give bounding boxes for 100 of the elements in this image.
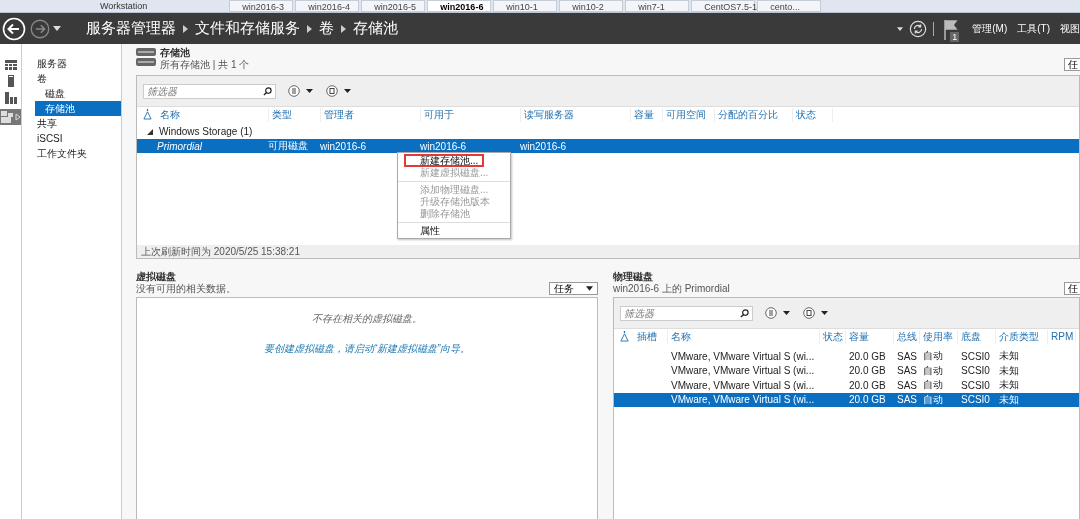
table-cell-text: SCSI0 [960,350,991,362]
section-title: 虚拟磁盘 [136,271,177,283]
section-title: 存储池 [160,47,191,59]
chevron-icon [341,24,346,33]
caret-icon[interactable] [53,26,61,31]
table-row[interactable]: VMware, VMware Virtual S (wi... 20.0 GB SAS 自动 SCSI0 未知 [614,378,1079,393]
table-row[interactable]: VMware, VMware Virtual S (wi... 20.0 GB SAS 自动 SCSI0 未知 [614,349,1079,364]
breadcrumb-item[interactable]: 存储池 [353,19,398,38]
column-header[interactable]: 类型 [269,107,321,122]
sidebar-item[interactable]: 存储池 [35,101,121,116]
list-options-icon[interactable] [288,85,314,97]
menu-item[interactable]: 属性 [398,225,510,237]
table-cell-text: 自动 [922,349,944,364]
section-title: 物理磁盘 [613,271,654,283]
collapse-icon[interactable] [147,128,153,135]
tasks-button[interactable]: 任务 [549,282,598,295]
table-row[interactable]: VMware, VMware Virtual S (wi... 20.0 GB SAS 自动 SCSI0 未知 [614,392,1079,407]
column-header[interactable]: 可用于 [421,107,521,122]
column-header[interactable]: 读写服务器 [521,107,631,122]
column-header[interactable]: 名称 [668,329,820,344]
column-header[interactable]: 管理者 [321,107,421,122]
menu-item[interactable]: 工具(T) [1017,21,1050,36]
vm-tab[interactable]: CentOS7.5-1 [691,0,756,12]
search-icon[interactable] [740,308,749,318]
column-header[interactable]: 状态 [793,107,833,122]
column-header[interactable]: 可用空间 [663,107,715,122]
column-header[interactable]: 插槽 [634,329,668,344]
vm-tab[interactable]: win2016-3 [229,0,294,12]
dashboard-icon[interactable] [4,60,17,70]
refresh-status: 上次刷新时间为 2020/5/25 15:38:21 [137,245,1079,258]
breadcrumb-item[interactable]: 卷 [319,19,334,38]
column-header[interactable]: 介质类型 [996,329,1048,344]
vm-tab[interactable]: win7-1 [625,0,690,12]
server-icon[interactable] [7,75,14,87]
breadcrumb-item[interactable]: 服务器管理器 [86,19,176,38]
tasks-button[interactable]: 任 [1064,58,1080,71]
column-header[interactable]: 总线 [894,329,920,344]
sidebar-item[interactable]: 卷 [22,71,121,86]
menu-item[interactable]: 新建存储池... [404,154,484,167]
column-header[interactable]: 使用率 [920,329,958,344]
table-cell-text: 未知 [998,363,1020,378]
vm-tab[interactable]: win2016-4 [295,0,360,12]
table-cell-text: 20.0 GB [848,394,887,406]
table-cell-text: SAS [896,379,918,391]
column-header[interactable]: 底盘 [958,329,996,344]
sidebar-item[interactable]: 共享 [22,116,121,131]
back-icon[interactable] [2,16,26,41]
vm-tab[interactable]: win2016-5 [361,0,426,12]
caret-icon[interactable] [586,286,593,291]
table-cell-text: 自动 [922,363,944,378]
table-cell-text: 未知 [998,349,1020,364]
column-header[interactable]: 容量 [846,329,894,344]
filter-input[interactable]: 筛选器 [144,85,250,97]
table-cell-text: 20.0 GB [848,365,887,377]
table-cell-text: 可用磁盘 [267,139,309,153]
filter-input[interactable]: 筛选器 [621,307,727,319]
section-subtitle: win2016-6 上的 Primordial [613,283,730,295]
wizard-link[interactable]: 要创建虚拟磁盘，请启动“新建虚拟磁盘”向导。 [137,342,597,356]
column-header[interactable]: 状态 [820,329,846,344]
table-cell-text: SAS [896,394,918,406]
caret-icon[interactable] [897,26,904,31]
column-header[interactable]: 名称 [157,107,269,122]
vm-tab[interactable]: win2016-6 [427,0,492,12]
sidebar-item[interactable]: 磁盘 [22,86,121,101]
table-row[interactable]: VMware, VMware Virtual S (wi... 20.0 GB SAS 自动 SCSI0 未知 [614,363,1079,378]
file-storage-icon[interactable] [0,109,21,125]
sidebar-item[interactable]: iSCSI [22,131,121,146]
vm-tab[interactable]: win10-2 [559,0,624,12]
column-header[interactable]: 分配的百分比 [715,107,793,122]
column-header[interactable]: RPM [1048,331,1076,342]
breadcrumb-item[interactable]: 文件和存储服务 [195,19,300,38]
column-header[interactable]: 容量 [631,107,663,122]
sidebar-item[interactable]: 工作文件夹 [22,146,121,161]
filter-field[interactable]: 筛选器 [620,305,753,321]
search-icon[interactable] [263,86,272,96]
table-cell-text: VMware, VMware Virtual S (wi... [670,365,816,377]
table-cell-text: win2016-6 [419,140,468,152]
sidebar-item[interactable]: 服务器 [22,56,121,71]
save-query-icon[interactable] [803,307,829,319]
group-header: Windows Storage (1) [159,126,253,137]
menu-item[interactable]: 管理(M) [972,21,1008,36]
vm-tab[interactable]: win10-1 [493,0,558,12]
vm-tab[interactable]: cento... [757,0,822,12]
table-cell-text: 未知 [998,392,1020,407]
warning-icon [143,109,152,120]
table-cell-text: Primordial [156,140,203,152]
filter-field[interactable]: 筛选器 [143,83,276,99]
table-row[interactable]: Primordial 可用磁盘 win2016-6 win2016-6 win2016-6 [137,139,1079,153]
table-cell-text: 未知 [998,378,1020,393]
notification-flag[interactable]: 1 [940,17,963,40]
save-query-icon[interactable] [326,85,352,97]
menu-item[interactable]: 视图 [1060,21,1080,36]
table-cell-text: SCSI0 [960,365,991,377]
servers-icon[interactable] [4,92,17,104]
table-cell-text: SCSI0 [960,394,991,406]
table-cell-text: 20.0 GB [848,379,887,391]
list-options-icon[interactable] [765,307,791,319]
tasks-button[interactable]: 任 [1064,282,1080,295]
empty-message: 不存在相关的虚拟磁盘。 [311,312,423,326]
refresh-icon[interactable] [909,19,928,38]
